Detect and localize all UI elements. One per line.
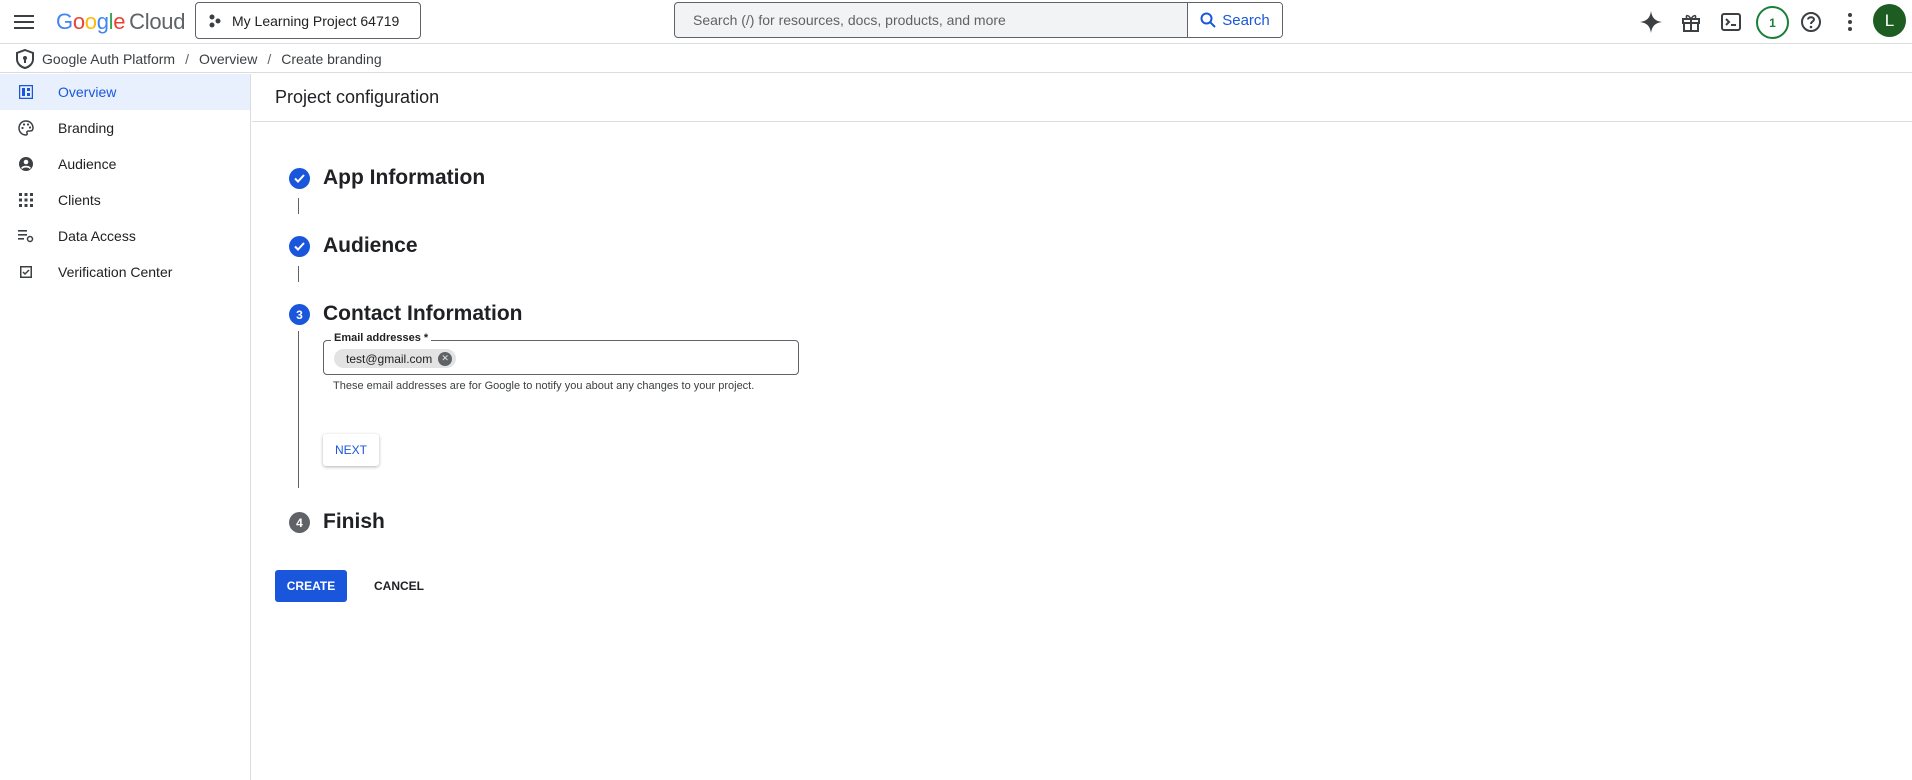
gemini-sparkle-icon[interactable] xyxy=(1637,8,1665,36)
more-vert-icon[interactable] xyxy=(1836,8,1864,36)
step-connector xyxy=(298,331,299,488)
sidebar-item-clients[interactable]: Clients xyxy=(0,182,250,218)
main-content: Project configuration App Information Au… xyxy=(252,74,1912,780)
person-circle-icon xyxy=(18,156,34,172)
notifications-badge[interactable]: 1 xyxy=(1756,6,1789,39)
avatar[interactable]: L xyxy=(1873,4,1906,37)
sidebar-item-label: Verification Center xyxy=(58,264,173,280)
chip-remove-icon[interactable]: ✕ xyxy=(438,351,453,366)
step-title-contact-information[interactable]: Contact Information xyxy=(323,302,523,326)
sidebar: Overview Branding Audience Clients Data … xyxy=(0,74,251,780)
sidebar-item-verification-center[interactable]: Verification Center xyxy=(0,254,250,290)
search-input[interactable] xyxy=(675,3,1187,37)
shield-lock-icon xyxy=(16,48,34,69)
sidebar-item-data-access[interactable]: Data Access xyxy=(0,218,250,254)
sidebar-item-label: Audience xyxy=(58,156,117,172)
email-addresses-field[interactable]: Email addresses * test@gmail.com ✕ xyxy=(323,332,799,375)
cloud-shell-icon[interactable] xyxy=(1717,8,1745,36)
logo-google-text: Google xyxy=(56,9,126,34)
step-connector xyxy=(298,198,299,214)
sidebar-item-label: Overview xyxy=(58,84,117,100)
sidebar-item-overview[interactable]: Overview xyxy=(0,74,250,110)
email-field-hint: These email addresses are for Google to … xyxy=(333,380,755,392)
gift-icon[interactable] xyxy=(1677,8,1705,36)
verified-checkbox-icon xyxy=(18,264,34,280)
step-number-badge: 3 xyxy=(289,304,310,325)
breadcrumb-item-auth-platform[interactable]: Google Auth Platform xyxy=(42,51,175,67)
sidebar-item-audience[interactable]: Audience xyxy=(0,146,250,182)
google-cloud-logo[interactable]: Google Cloud xyxy=(56,9,185,35)
search-button-label: Search xyxy=(1222,11,1270,29)
step-title-app-information[interactable]: App Information xyxy=(323,166,485,190)
breadcrumb-separator: / xyxy=(185,50,189,67)
step-complete-check-icon xyxy=(289,168,310,189)
step-connector xyxy=(298,266,299,282)
apps-grid-icon xyxy=(18,192,34,208)
step-title-audience[interactable]: Audience xyxy=(323,234,418,258)
email-chip-text: test@gmail.com xyxy=(346,351,433,366)
breadcrumb: Google Auth Platform / Overview / Create… xyxy=(0,45,1912,73)
logo-cloud-text: Cloud xyxy=(129,9,186,34)
dashboard-icon xyxy=(18,84,34,100)
menu-icon[interactable] xyxy=(10,8,38,36)
create-button[interactable]: CREATE xyxy=(275,570,347,602)
cancel-button[interactable]: CANCEL xyxy=(361,570,437,602)
project-name: My Learning Project 64719 xyxy=(232,12,400,29)
email-chip: test@gmail.com ✕ xyxy=(334,349,457,368)
page-header: Project configuration xyxy=(252,74,1912,122)
palette-icon xyxy=(18,120,34,136)
breadcrumb-item-create-branding: Create branding xyxy=(281,50,382,67)
breadcrumb-item-overview[interactable]: Overview xyxy=(199,51,257,67)
top-bar: Google Cloud My Learning Project 64719 Se… xyxy=(0,0,1912,44)
step-number-badge: 4 xyxy=(289,512,310,533)
breadcrumb-separator: / xyxy=(267,50,272,67)
search-button[interactable]: Search xyxy=(1187,3,1282,37)
step-complete-check-icon xyxy=(289,236,310,257)
sidebar-item-label: Data Access xyxy=(58,228,136,244)
search-bar: Search xyxy=(674,2,1283,38)
email-field-label: Email addresses * xyxy=(331,332,432,344)
page-title: Project configuration xyxy=(275,87,440,107)
help-icon[interactable] xyxy=(1797,8,1825,36)
project-picker-button[interactable]: My Learning Project 64719 xyxy=(195,2,421,39)
sidebar-item-label: Branding xyxy=(58,120,115,136)
data-access-icon xyxy=(18,228,34,244)
sidebar-item-label: Clients xyxy=(58,192,101,208)
step-title-finish[interactable]: Finish xyxy=(323,510,385,534)
project-hierarchy-icon xyxy=(208,14,222,28)
next-button[interactable]: NEXT xyxy=(323,434,379,466)
search-icon xyxy=(1200,12,1216,28)
sidebar-item-branding[interactable]: Branding xyxy=(0,110,250,146)
